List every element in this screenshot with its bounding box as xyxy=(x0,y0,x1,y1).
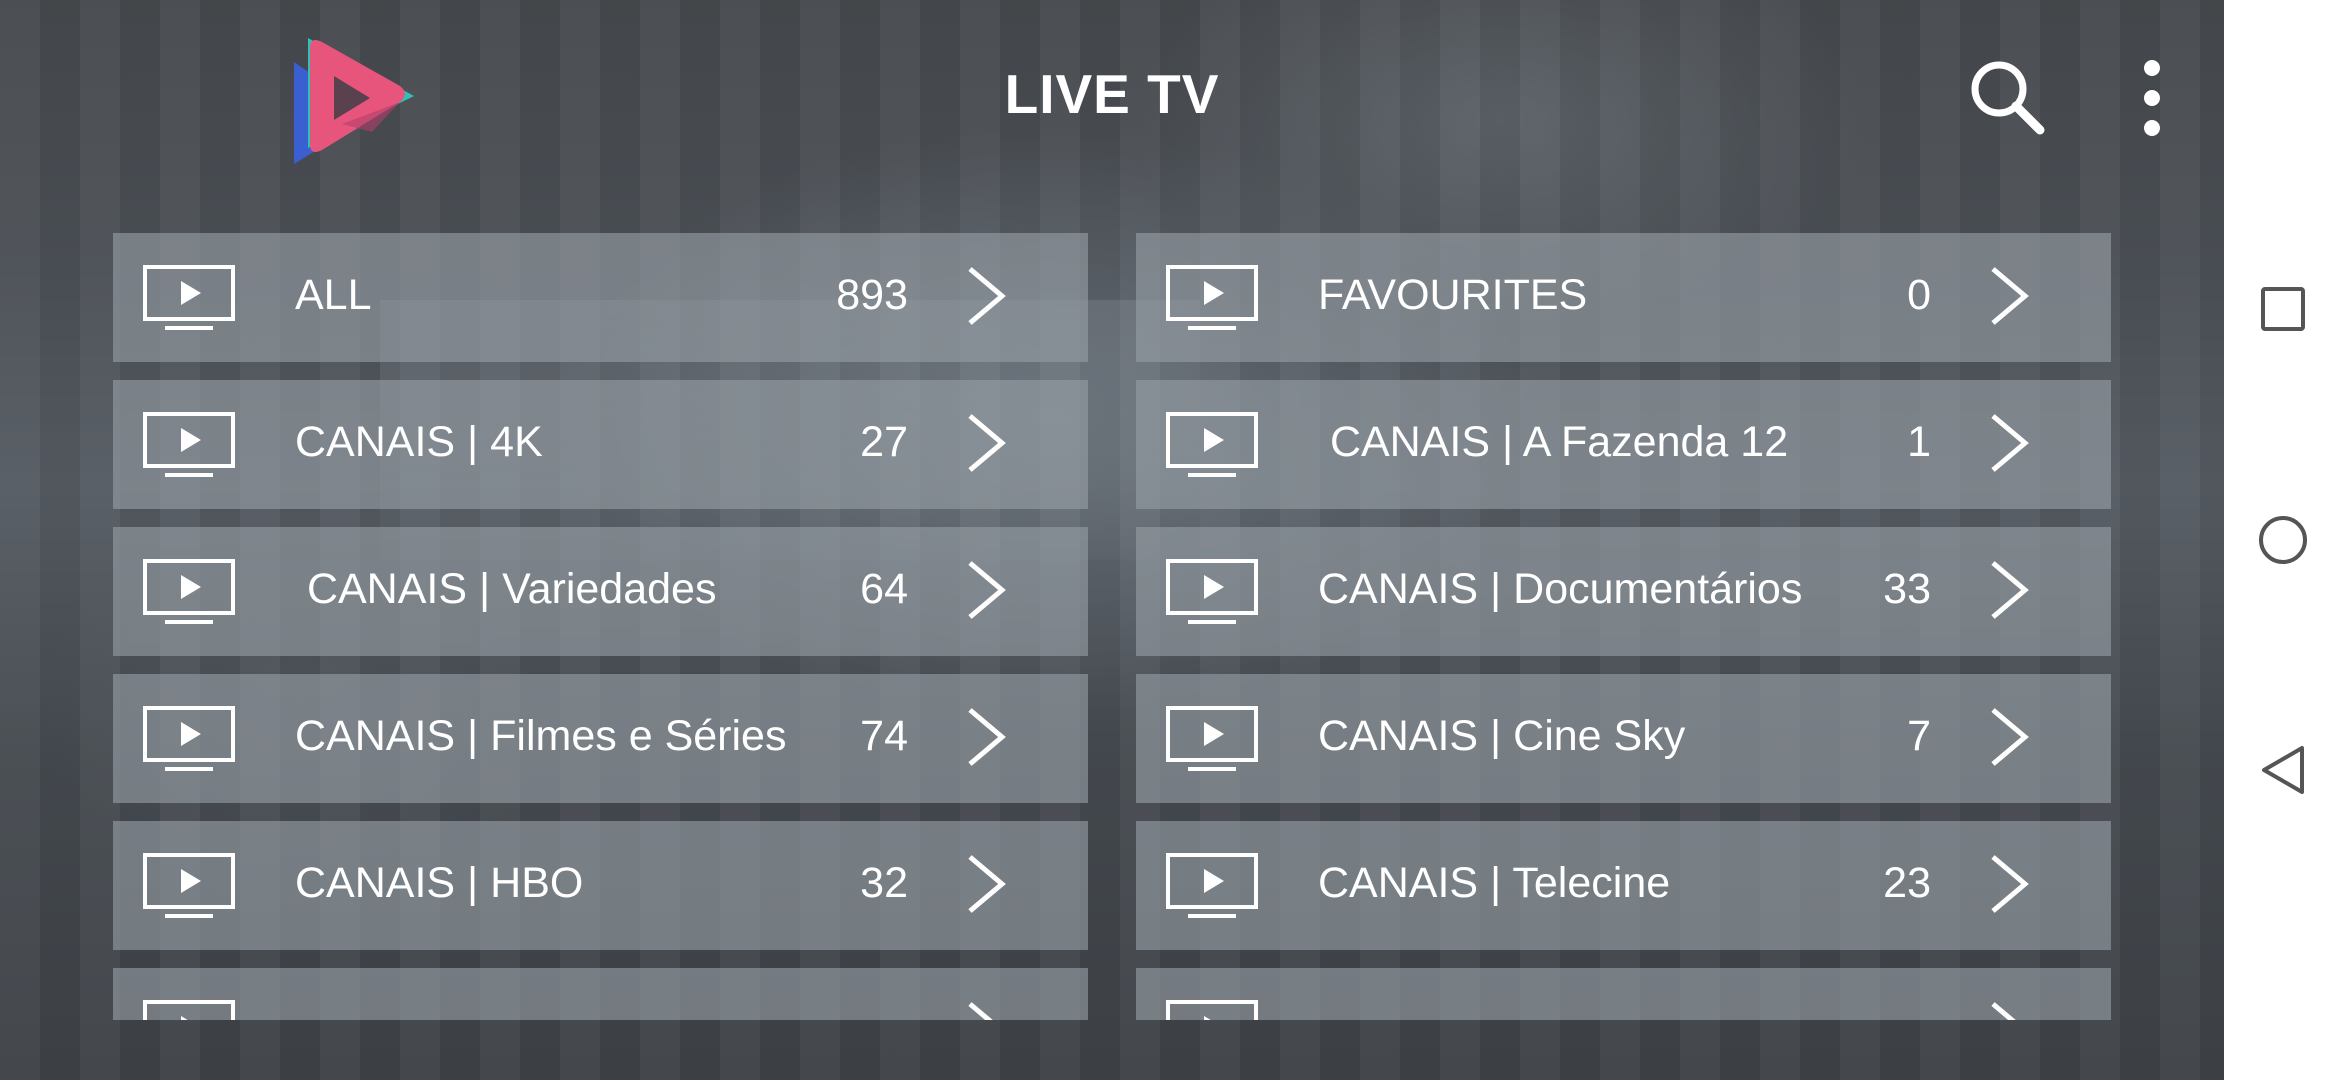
tv-play-icon xyxy=(143,706,235,771)
chevron-right-icon xyxy=(1991,855,2029,913)
category-count: 893 xyxy=(836,271,908,319)
category-card[interactable] xyxy=(113,968,1088,1020)
tv-play-icon xyxy=(143,853,235,918)
category-card[interactable]: CANAIS | HBO 32 xyxy=(113,821,1088,950)
tv-play-icon xyxy=(1166,1000,1258,1020)
chevron-right-icon xyxy=(1991,708,2029,766)
circle-home-icon[interactable] xyxy=(2256,513,2310,567)
category-card[interactable] xyxy=(1136,968,2111,1020)
category-card[interactable]: CANAIS | Filmes e Séries 74 xyxy=(113,674,1088,803)
category-count: 0 xyxy=(1907,271,1931,319)
category-label: CANAIS | Cine Sky xyxy=(1318,712,1686,760)
app-screen: LIVE TV ALL 893 FAVOURITES 0 CANAIS | 4K 27 C… xyxy=(0,0,2224,1080)
chevron-right-icon xyxy=(1991,561,2029,619)
tv-play-icon xyxy=(1166,265,1258,330)
category-count: 23 xyxy=(1883,859,1931,907)
tv-play-icon xyxy=(143,1000,235,1020)
category-card[interactable]: CANAIS | 4K 27 xyxy=(113,380,1088,509)
category-card[interactable]: CANAIS | Variedades 64 xyxy=(113,527,1088,656)
category-label: CANAIS | A Fazenda 12 xyxy=(1318,418,1789,466)
category-label: FAVOURITES xyxy=(1318,271,1588,319)
tv-play-icon xyxy=(1166,412,1258,477)
category-label: CANAIS | Documentários xyxy=(1318,565,1803,613)
category-count: 74 xyxy=(860,712,908,760)
chevron-right-icon xyxy=(968,267,1006,325)
tv-play-icon xyxy=(143,559,235,624)
category-label: ALL xyxy=(295,271,372,319)
category-count: 27 xyxy=(860,418,908,466)
chevron-right-icon xyxy=(968,1002,993,1020)
category-grid: ALL 893 FAVOURITES 0 CANAIS | 4K 27 CANAIS | … xyxy=(113,233,2111,1020)
category-label: CANAIS | Filmes e Séries xyxy=(295,712,787,760)
search-icon[interactable] xyxy=(1968,58,2046,136)
square-recents-icon[interactable] xyxy=(2256,282,2310,336)
category-card[interactable]: ALL 893 xyxy=(113,233,1088,362)
category-label: CANAIS | Telecine xyxy=(1318,859,1671,907)
header-bar: LIVE TV xyxy=(0,0,2224,200)
category-count: 64 xyxy=(860,565,908,613)
category-label: CANAIS | 4K xyxy=(295,418,543,466)
category-card[interactable]: CANAIS | Telecine 23 xyxy=(1136,821,2111,950)
more-vertical-icon[interactable] xyxy=(2132,58,2172,138)
tv-play-icon xyxy=(1166,706,1258,771)
category-count: 7 xyxy=(1907,712,1931,760)
category-card[interactable]: CANAIS | Cine Sky 7 xyxy=(1136,674,2111,803)
tv-play-icon xyxy=(143,265,235,330)
chevron-right-icon xyxy=(968,414,1006,472)
tv-play-icon xyxy=(1166,853,1258,918)
system-navigation-bar xyxy=(2224,0,2340,1080)
category-label: CANAIS | HBO xyxy=(295,859,584,907)
chevron-right-icon xyxy=(968,561,1006,619)
chevron-right-icon xyxy=(968,855,1006,913)
chevron-right-icon xyxy=(968,708,1006,766)
page-title: LIVE TV xyxy=(1004,63,1220,125)
category-label: CANAIS | Variedades xyxy=(295,565,717,613)
category-card[interactable]: CANAIS | Documentários 33 xyxy=(1136,527,2111,656)
chevron-right-icon xyxy=(1991,267,2029,325)
tv-play-icon xyxy=(143,412,235,477)
category-count: 1 xyxy=(1907,418,1931,466)
chevron-right-icon xyxy=(1991,1002,2016,1020)
chevron-right-icon xyxy=(1991,414,2029,472)
tv-play-icon xyxy=(1166,559,1258,624)
triangle-back-icon[interactable] xyxy=(2256,743,2310,797)
category-card[interactable]: FAVOURITES 0 xyxy=(1136,233,2111,362)
category-card[interactable]: CANAIS | A Fazenda 12 1 xyxy=(1136,380,2111,509)
category-count: 32 xyxy=(860,859,908,907)
category-count: 33 xyxy=(1883,565,1931,613)
